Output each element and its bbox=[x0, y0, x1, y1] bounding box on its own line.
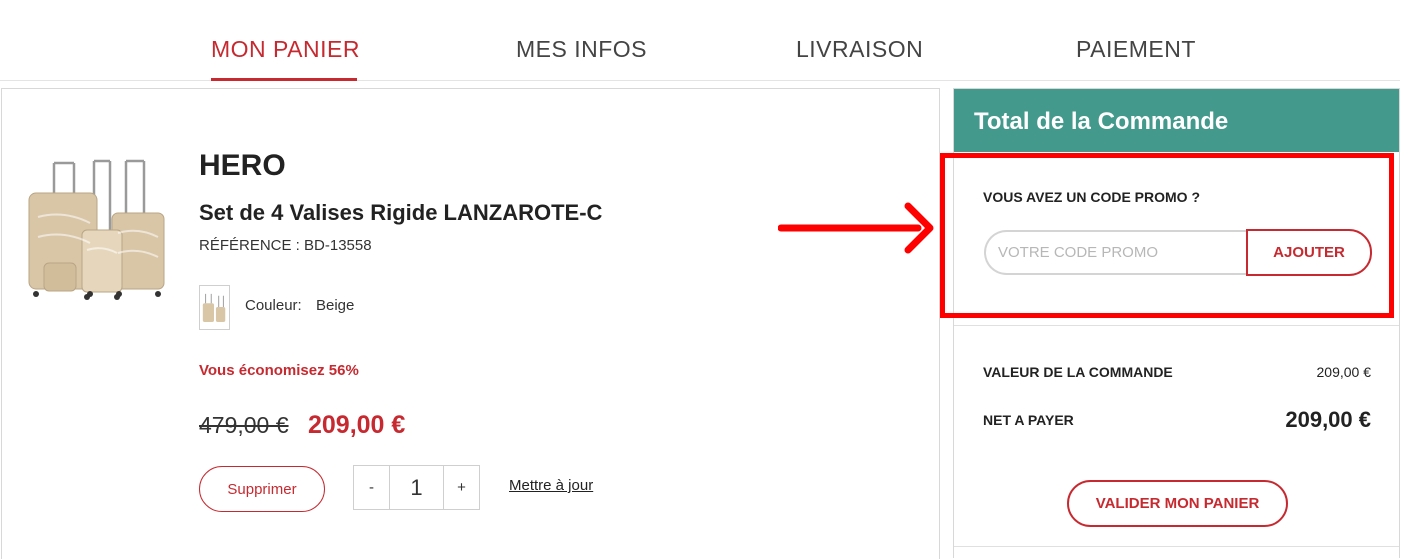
old-price: 479,00 € bbox=[199, 412, 289, 438]
product-reference: RÉFÉRENCE : BD-13558 bbox=[199, 237, 372, 254]
color-label: Couleur: bbox=[245, 297, 302, 314]
order-value-label: VALEUR DE LA COMMANDE bbox=[983, 364, 1173, 380]
order-summary-panel: Total de la Commande VOUS AVEZ UN CODE P… bbox=[940, 88, 1400, 558]
add-promo-button[interactable]: AJOUTER bbox=[1246, 229, 1372, 276]
order-summary-title: Total de la Commande bbox=[974, 108, 1229, 135]
active-step-underline bbox=[211, 78, 357, 81]
color-value: Beige bbox=[316, 297, 355, 314]
update-link[interactable]: Mettre à jour bbox=[509, 477, 593, 494]
promo-code-input[interactable] bbox=[984, 230, 1254, 275]
product-name[interactable]: Set de 4 Valises Rigide LANZAROTE-C bbox=[199, 200, 602, 226]
step-delivery[interactable]: LIVRAISON bbox=[796, 36, 923, 63]
cart-item-panel: HERO Set de 4 Valises Rigide LANZAROTE-C… bbox=[1, 88, 940, 559]
step-cart[interactable]: MON PANIER bbox=[211, 36, 360, 63]
summary-bottom-divider bbox=[954, 546, 1399, 547]
quantity-value[interactable]: 1 bbox=[390, 466, 443, 509]
order-value-amount: 209,00 € bbox=[1316, 364, 1372, 380]
net-to-pay-label: NET A PAYER bbox=[983, 412, 1074, 428]
savings-text: Vous économisez 56% bbox=[199, 362, 359, 379]
quantity-stepper: - 1 + bbox=[353, 465, 480, 510]
validate-cart-button[interactable]: VALIDER MON PANIER bbox=[1067, 480, 1288, 527]
promo-code-label: VOUS AVEZ UN CODE PROMO ? bbox=[983, 189, 1201, 205]
current-price: 209,00 € bbox=[308, 411, 406, 439]
red-arrow-annotation bbox=[778, 202, 934, 254]
net-to-pay-amount: 209,00 € bbox=[1285, 407, 1371, 432]
product-image[interactable] bbox=[24, 155, 169, 305]
step-info[interactable]: MES INFOS bbox=[516, 36, 647, 63]
order-summary-header: Total de la Commande bbox=[954, 89, 1399, 152]
decrease-quantity-button[interactable]: - bbox=[354, 466, 390, 509]
increase-quantity-button[interactable]: + bbox=[443, 466, 479, 509]
color-swatch bbox=[199, 285, 230, 330]
remove-button[interactable]: Supprimer bbox=[199, 466, 325, 512]
product-brand: HERO bbox=[199, 149, 286, 182]
summary-divider bbox=[954, 325, 1399, 326]
step-payment[interactable]: PAIEMENT bbox=[1076, 36, 1196, 63]
checkout-steps: MON PANIER MES INFOS LIVRAISON PAIEMENT bbox=[0, 0, 1400, 81]
